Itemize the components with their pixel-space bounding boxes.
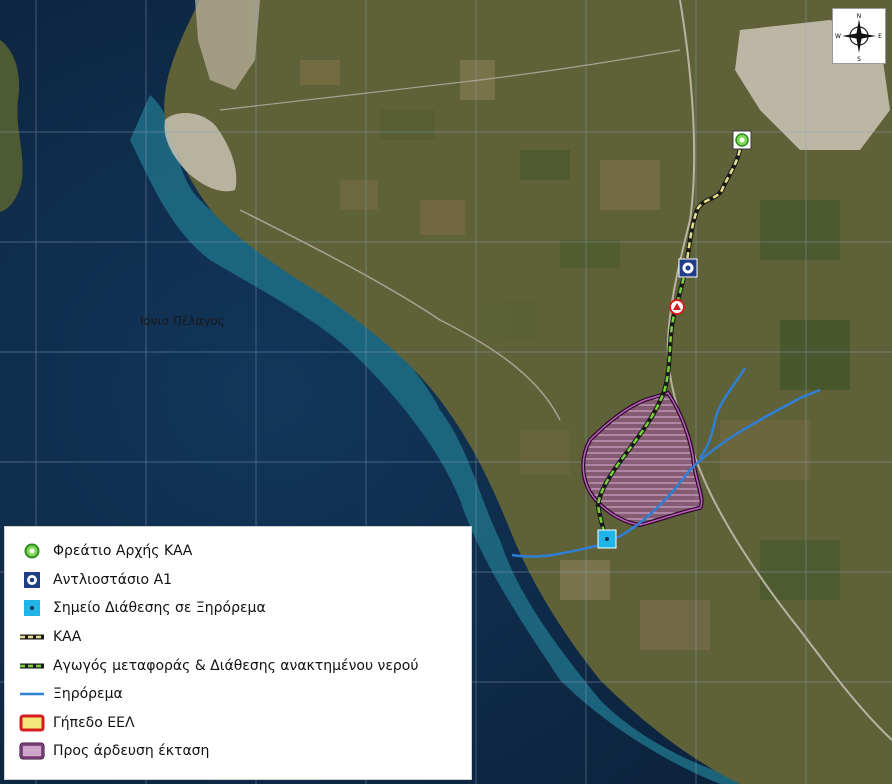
legend-item-irrigation-area[interactable]: Προς άρδευση έκταση — [19, 737, 459, 766]
sea-label: Ιόνιο Πέλαγος — [140, 314, 225, 328]
legend-item-stream[interactable]: Ξηρόρεμα — [19, 680, 459, 709]
compass-rose: N S E W — [832, 8, 886, 64]
legend-label: Σημείο Διάθεσης σε Ξηρόρεμα — [53, 600, 266, 617]
legend-item-start-manhole[interactable]: Φρεάτιο Αρχής ΚΑΑ — [19, 537, 459, 566]
legend-label: Αντλιοστάσιο Α1 — [53, 571, 173, 588]
legend-item-wwtp-plot[interactable]: Γήπεδο ΕΕΛ — [19, 709, 459, 738]
legend-label: Ξηρόρεμα — [53, 686, 123, 703]
legend-item-kaa[interactable]: ΚΑΑ — [19, 623, 459, 652]
compass-west: W — [835, 33, 841, 40]
compass-icon: N S E W — [835, 13, 882, 63]
legend-item-transport-pipe[interactable]: Αγωγός μεταφοράς & Διάθεσης ανακτημένου … — [19, 651, 459, 680]
legend-label: Προς άρδευση έκταση — [53, 743, 210, 760]
wwtp-marker-icon[interactable] — [669, 299, 685, 315]
transport-pipe-line-icon — [19, 656, 45, 676]
legend-label: ΚΑΑ — [53, 629, 82, 646]
legend-item-pump-station[interactable]: Αντλιοστάσιο Α1 — [19, 566, 459, 595]
legend-label: Αγωγός μεταφοράς & Διάθεσης ανακτημένου … — [53, 657, 419, 674]
kaa-line-icon — [19, 627, 45, 647]
stream-line-icon — [19, 684, 45, 704]
discharge-point-icon[interactable] — [597, 529, 617, 549]
irrigation-area-icon — [19, 741, 45, 761]
green-circle-icon[interactable] — [732, 130, 752, 150]
map-legend: Φρεάτιο Αρχής ΚΑΑ Αντλιοστάσιο Α1 Σημείο… — [4, 526, 472, 780]
compass-north: N — [857, 13, 862, 20]
legend-label: Γήπεδο ΕΕΛ — [53, 714, 135, 731]
pump-station-icon[interactable] — [678, 258, 698, 278]
green-circle-icon — [19, 541, 45, 561]
legend-label: Φρεάτιο Αρχής ΚΑΑ — [53, 543, 193, 560]
compass-east: E — [878, 33, 882, 40]
compass-south: S — [857, 56, 861, 63]
discharge-point-icon — [19, 598, 45, 618]
legend-item-discharge-point[interactable]: Σημείο Διάθεσης σε Ξηρόρεμα — [19, 594, 459, 623]
wwtp-plot-icon — [19, 713, 45, 733]
pump-station-icon — [19, 570, 45, 590]
